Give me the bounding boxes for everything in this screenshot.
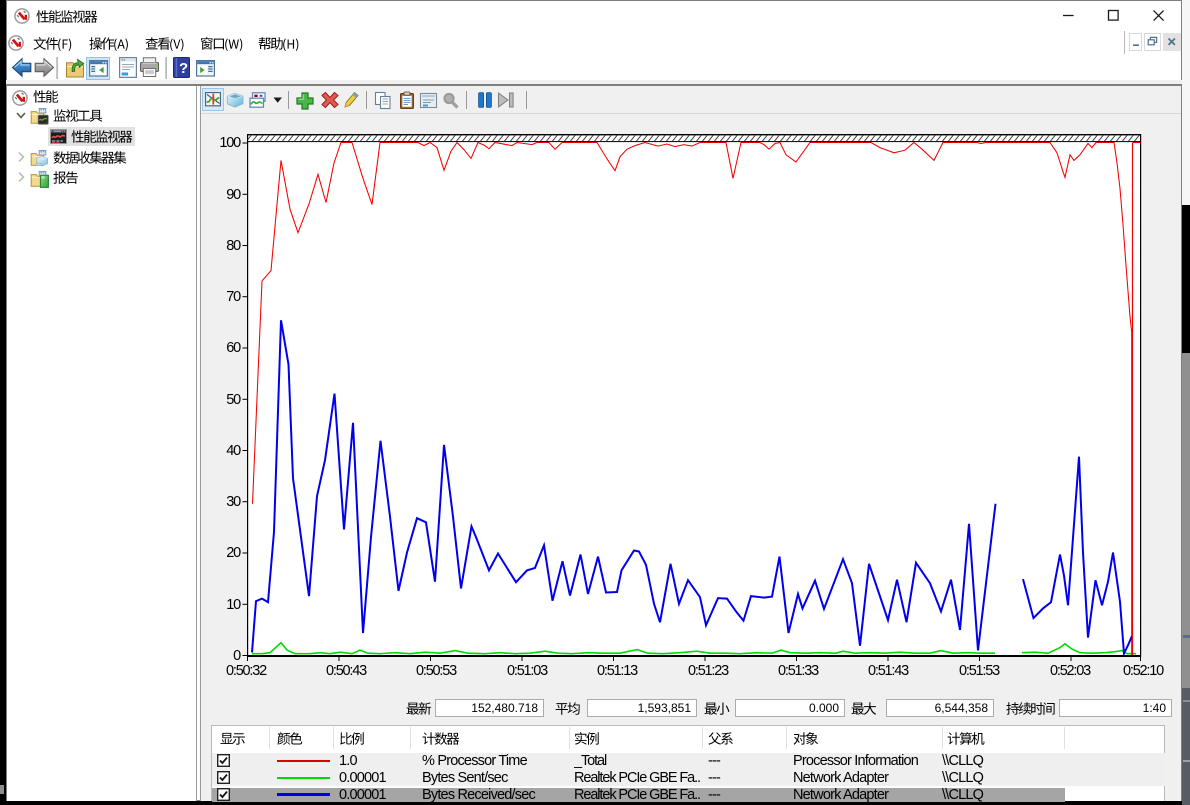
svg-text:?: ? [179,60,188,77]
